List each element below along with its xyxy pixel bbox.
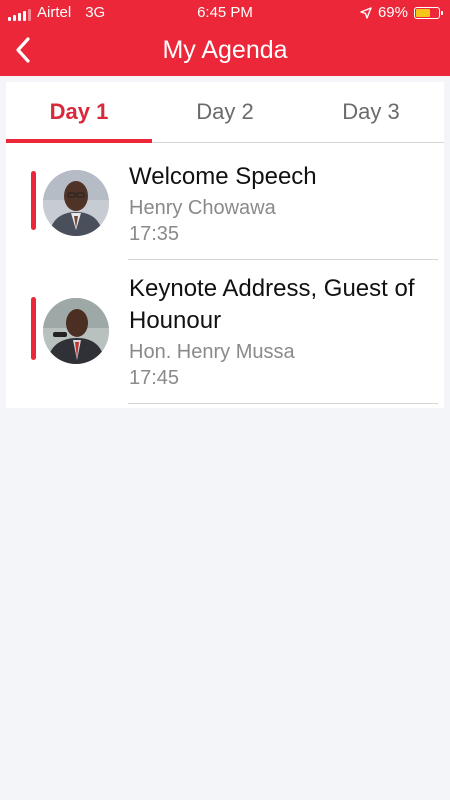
- battery-percent: 69%: [377, 4, 408, 21]
- agenda-card: Day 1 Day 2 Day 3 Welcome Speech Henry C…: [6, 82, 444, 408]
- status-right: 69%: [360, 4, 443, 21]
- tab-day-1[interactable]: Day 1: [6, 82, 152, 142]
- battery-icon: [414, 6, 443, 19]
- status-bar: Airtel 3G 6:45 PM 69%: [0, 0, 450, 24]
- page-title: My Agenda: [162, 36, 288, 64]
- agenda-item-time: 17:45: [129, 367, 180, 389]
- day-tabs: Day 1 Day 2 Day 3: [6, 82, 444, 143]
- tab-day-2[interactable]: Day 2: [152, 82, 298, 142]
- agenda-item-time: 17:35: [129, 223, 180, 245]
- divider: [128, 403, 438, 404]
- agenda-item-speaker: Henry Chowawa: [129, 197, 276, 219]
- agenda-item[interactable]: Keynote Address, Guest of Hounour Hon. H…: [6, 260, 444, 404]
- avatar: [43, 170, 109, 236]
- agenda-item-text: Welcome Speech Henry Chowawa 17:35: [129, 161, 440, 247]
- agenda-item[interactable]: Welcome Speech Henry Chowawa 17:35: [6, 143, 444, 260]
- tab-day-3[interactable]: Day 3: [298, 82, 444, 142]
- agenda-item-title: Keynote Address, Guest of Hounour: [129, 275, 415, 334]
- agenda-item-speaker: Hon. Henry Mussa: [129, 341, 295, 363]
- agenda-item-text: Keynote Address, Guest of Hounour Hon. H…: [129, 273, 440, 391]
- avatar: [43, 298, 109, 364]
- agenda-item-marker: [31, 171, 36, 230]
- nav-bar: My Agenda: [0, 24, 450, 76]
- battery-fill: [416, 8, 430, 17]
- agenda-item-marker: [31, 297, 36, 360]
- location-arrow-icon: [360, 6, 372, 19]
- agenda-item-title: Welcome Speech: [129, 163, 317, 190]
